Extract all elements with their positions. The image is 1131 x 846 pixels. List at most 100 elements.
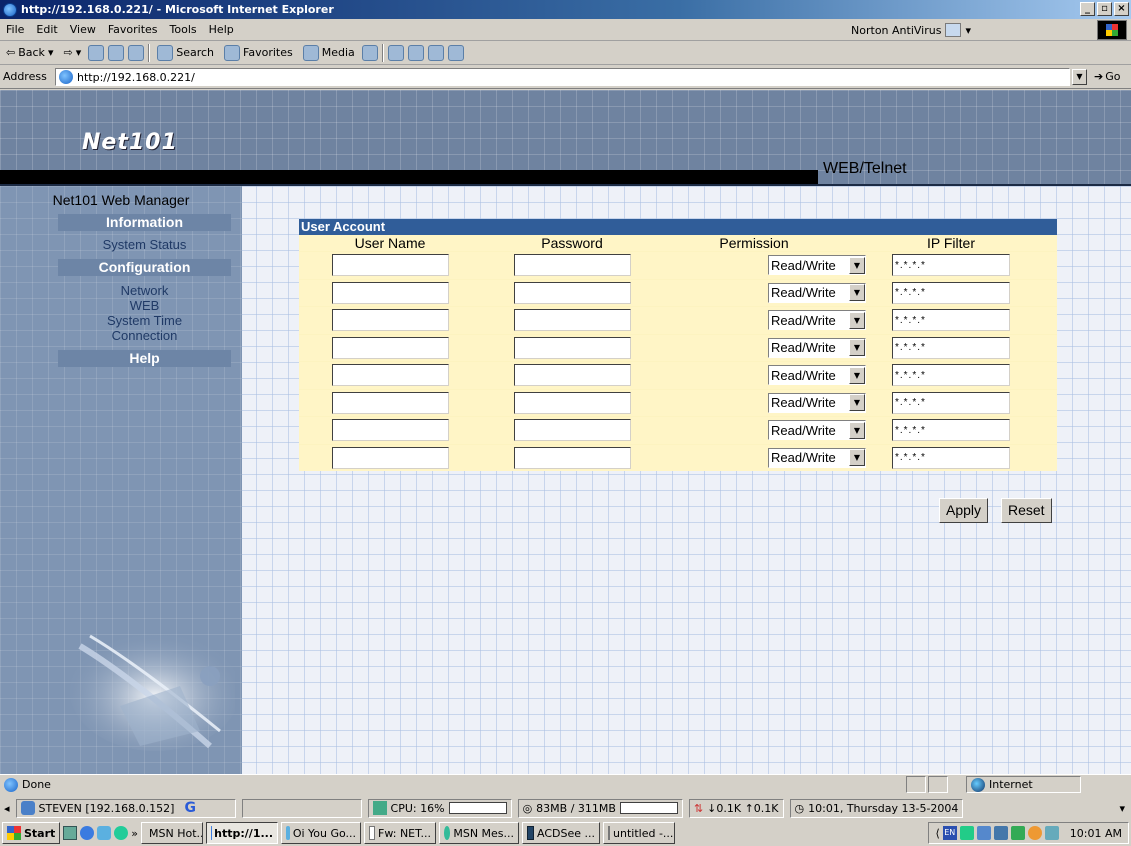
user-name-input[interactable] xyxy=(331,446,449,469)
task-untitled[interactable]: untitled -... xyxy=(603,822,676,844)
sidebar-item-system-time[interactable]: System Time xyxy=(58,313,231,328)
ip-filter-input[interactable] xyxy=(892,391,1010,414)
task-acdsee[interactable]: ACDSee ... xyxy=(522,822,601,844)
sidebar-header-information[interactable]: Information xyxy=(58,214,231,231)
refresh-icon[interactable] xyxy=(108,44,125,61)
password-input[interactable] xyxy=(513,391,631,414)
scroll-right-icon[interactable]: ▾ xyxy=(1119,802,1125,815)
ip-filter-input[interactable] xyxy=(892,254,1010,277)
user-name-input[interactable] xyxy=(331,254,449,277)
user-name-input[interactable] xyxy=(331,309,449,332)
norton-antivirus-button[interactable]: Norton AntiVirus ▾ xyxy=(851,23,971,37)
ip-filter-input[interactable] xyxy=(892,336,1010,359)
task-msn-mes[interactable]: MSN Mes... xyxy=(439,822,520,844)
menu-view[interactable]: View xyxy=(64,23,102,36)
sidebar-item-web[interactable]: WEB xyxy=(58,298,231,313)
close-button[interactable]: × xyxy=(1114,2,1129,16)
banner: Net101 WEB/Telnet xyxy=(0,90,1131,186)
datetime-label: 10:01, Thursday 13-5-2004 xyxy=(808,801,959,815)
password-input[interactable] xyxy=(513,281,631,304)
maximize-button[interactable]: ▫ xyxy=(1097,2,1112,16)
address-input[interactable]: http://192.168.0.221/ xyxy=(55,68,1070,86)
print-icon[interactable] xyxy=(407,44,424,61)
host-box[interactable]: STEVEN [192.168.0.152] G xyxy=(15,798,236,818)
menu-edit[interactable]: Edit xyxy=(30,23,63,36)
forward-button[interactable]: ⇨ ▾ xyxy=(60,46,84,59)
sync-tray-icon[interactable] xyxy=(1044,826,1059,840)
norton-icon xyxy=(945,23,962,37)
password-input[interactable] xyxy=(513,419,631,442)
show-desktop-icon[interactable] xyxy=(63,826,78,840)
password-input[interactable] xyxy=(513,309,631,332)
stop-icon[interactable] xyxy=(88,44,105,61)
apply-button[interactable]: Apply xyxy=(939,498,989,523)
password-input[interactable] xyxy=(513,254,631,277)
menu-help[interactable]: Help xyxy=(203,23,240,36)
ip-filter-input[interactable] xyxy=(892,419,1010,442)
menu-file[interactable]: File xyxy=(0,23,30,36)
user-name-input[interactable] xyxy=(331,281,449,304)
scroll-left-icon[interactable]: ◂ xyxy=(4,802,10,815)
favorites-label: Favorites xyxy=(243,46,293,59)
task-label: untitled -... xyxy=(613,826,674,840)
more-icon[interactable]: » xyxy=(131,827,138,840)
ip-filter-input[interactable] xyxy=(892,309,1010,332)
security-tray-icon[interactable] xyxy=(1010,826,1025,840)
password-input[interactable] xyxy=(513,336,631,359)
search-button[interactable]: Search xyxy=(154,44,217,61)
media-quicklaunch-icon[interactable] xyxy=(114,826,129,840)
start-button[interactable]: Start xyxy=(2,822,61,844)
cell-ip-filter xyxy=(845,446,1057,469)
sidebar-header-help[interactable]: Help xyxy=(58,350,231,367)
cell-user-name xyxy=(299,419,481,442)
menu-favorites[interactable]: Favorites xyxy=(102,23,164,36)
network-tray-icon[interactable] xyxy=(976,826,991,840)
monitor-tray-icon[interactable] xyxy=(993,826,1008,840)
ie-quicklaunch-icon[interactable] xyxy=(80,826,95,840)
task-http[interactable]: http://1... xyxy=(206,822,279,844)
sidebar-header-configuration[interactable]: Configuration xyxy=(58,259,231,276)
task-label: http://1... xyxy=(214,826,274,840)
go-button[interactable]: ➔ Go xyxy=(1094,70,1120,83)
language-icon[interactable]: EN xyxy=(942,826,957,840)
user-name-input[interactable] xyxy=(331,419,449,442)
messenger-quicklaunch-icon[interactable] xyxy=(97,826,112,840)
task-msn-hot[interactable]: MSN Hot... xyxy=(141,822,204,844)
ip-filter-input[interactable] xyxy=(892,281,1010,304)
password-input[interactable] xyxy=(513,446,631,469)
user-name-input[interactable] xyxy=(331,364,449,387)
table-row: Read/Write ▼ xyxy=(299,388,1057,416)
user-name-input[interactable] xyxy=(331,391,449,414)
history-icon[interactable] xyxy=(361,44,378,61)
ip-filter-input[interactable] xyxy=(892,446,1010,469)
menu-tools[interactable]: Tools xyxy=(164,23,203,36)
messenger-tray-icon[interactable] xyxy=(1027,826,1042,840)
sidebar-item-system-status[interactable]: System Status xyxy=(58,237,231,252)
edit-icon[interactable] xyxy=(427,44,444,61)
status-bar: Done Internet xyxy=(0,774,1131,794)
discuss-icon[interactable] xyxy=(447,44,464,61)
password-input[interactable] xyxy=(513,364,631,387)
task-oi-you-go[interactable]: Oi You Go... xyxy=(281,822,362,844)
home-icon[interactable] xyxy=(128,44,145,61)
tray-arrow-icon[interactable]: ⟨ xyxy=(935,827,939,840)
mail-icon[interactable] xyxy=(387,44,404,61)
ip-filter-input[interactable] xyxy=(892,364,1010,387)
column-user-name: User Name xyxy=(354,235,426,251)
sidebar-item-network[interactable]: Network xyxy=(58,283,231,298)
status-pane xyxy=(928,776,948,793)
task-fw-net[interactable]: Fw: NET... xyxy=(364,822,437,844)
sidebar-item-connection[interactable]: Connection xyxy=(58,328,231,343)
minimize-button[interactable]: _ xyxy=(1080,2,1095,16)
reset-button[interactable]: Reset xyxy=(1001,498,1052,523)
address-dropdown-button[interactable]: ▼ xyxy=(1072,69,1087,85)
chevron-down-icon: ▾ xyxy=(47,46,54,59)
media-button[interactable]: Media xyxy=(300,44,358,61)
back-button[interactable]: ⇦ Back ▾ xyxy=(3,46,56,59)
favorites-button[interactable]: Favorites xyxy=(221,44,296,61)
user-name-input[interactable] xyxy=(331,336,449,359)
net101-logo: Net101 xyxy=(82,130,178,155)
search-box[interactable] xyxy=(241,798,362,818)
tray-app-icon[interactable] xyxy=(959,826,974,840)
network-box: ⇅ ↓0.1K ↑0.1K xyxy=(688,798,784,818)
